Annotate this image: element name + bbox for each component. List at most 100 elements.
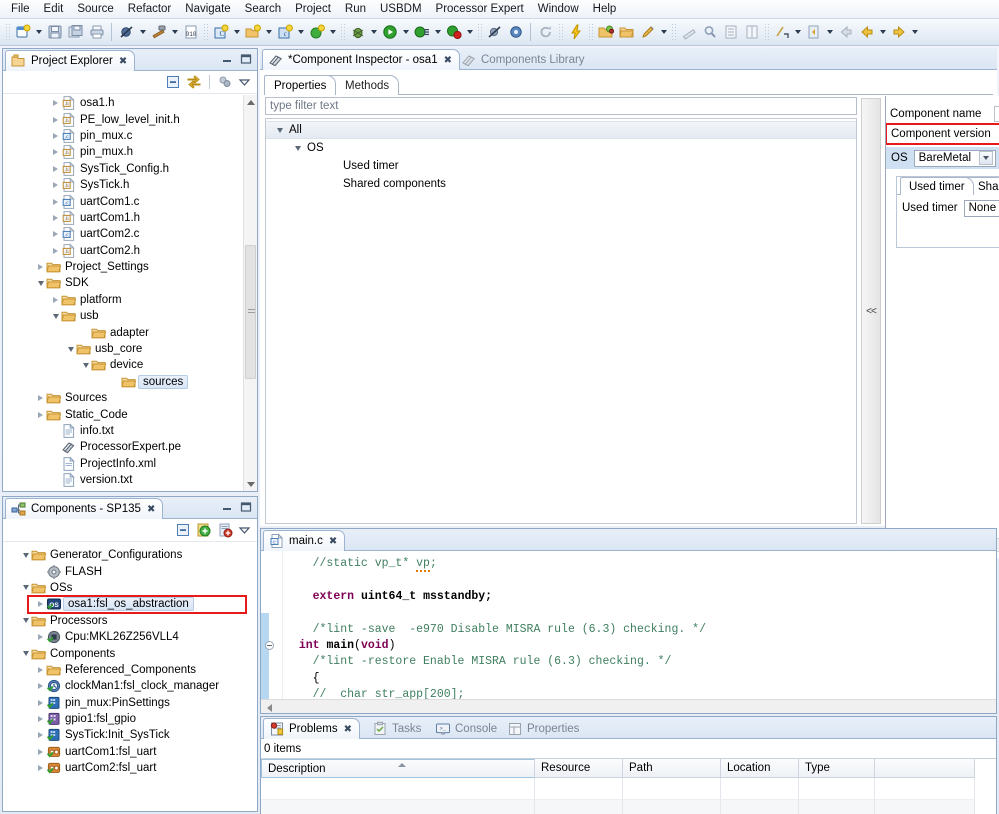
expand-arrow-icon[interactable] (35, 596, 46, 612)
refresh-icon[interactable] (535, 22, 556, 43)
menu-item-window[interactable]: Window (531, 1, 586, 17)
tab-used-timer[interactable]: Used timer (900, 177, 974, 195)
toolbar-grip-7[interactable] (671, 23, 676, 41)
tree-item[interactable]: Referenced_Components (3, 662, 257, 678)
menu-item-navigate[interactable]: Navigate (178, 1, 237, 17)
tree-item[interactable]: usb_core (3, 341, 243, 357)
lightning-icon[interactable] (565, 22, 586, 43)
component-name-value[interactable]: osa1 (994, 106, 999, 122)
prev-dropdown-arrow[interactable] (877, 22, 888, 43)
scroll-left-icon[interactable] (263, 701, 276, 713)
tab-problems[interactable]: Problems ✖ (263, 718, 360, 739)
build-dropdown-arrow[interactable] (169, 22, 180, 43)
column-header[interactable]: Description (261, 759, 535, 778)
tree-item[interactable]: info.txt (3, 423, 243, 439)
link-with-editor-icon[interactable] (186, 74, 202, 90)
new-folder-icon[interactable] (242, 22, 263, 43)
collapse-arrow-icon[interactable] (50, 308, 61, 324)
expand-arrow-icon[interactable] (35, 259, 46, 275)
column-header[interactable]: Resource (535, 759, 623, 778)
expand-arrow-icon[interactable] (50, 177, 61, 193)
tab-components[interactable]: Components - SP135 ✖ (5, 498, 163, 519)
tree-item[interactable]: .hSysTick_Config.h (3, 161, 243, 177)
save-all-icon[interactable] (65, 22, 86, 43)
last-edit-icon[interactable] (803, 22, 824, 43)
expand-arrow-icon[interactable] (50, 292, 61, 308)
expand-arrow-icon[interactable] (50, 144, 61, 160)
editor-text-area[interactable]: //static vp_t* vp; extern uint64_t mssta… (261, 551, 996, 713)
collapse-arrow-icon[interactable] (20, 580, 31, 596)
tree-item[interactable]: version.txt (3, 472, 243, 488)
toolbar-grip[interactable] (5, 23, 10, 41)
tree-item[interactable]: Sources (3, 390, 243, 406)
close-icon[interactable]: ✖ (119, 56, 127, 67)
expand-arrow-icon[interactable] (35, 678, 46, 694)
expand-arrow-icon[interactable] (35, 727, 46, 743)
debug-green-icon[interactable] (306, 22, 327, 43)
tree-item[interactable]: sources (3, 374, 243, 390)
back-icon[interactable] (835, 22, 856, 43)
expand-arrow-icon[interactable] (35, 711, 46, 727)
tab-properties[interactable]: Properties (264, 75, 336, 95)
outline-icon[interactable] (720, 22, 741, 43)
used-timer-combo[interactable]: None (964, 200, 999, 217)
collapse-all-icon[interactable] (175, 522, 191, 538)
tree-item[interactable]: gpio1:fsl_gpio (3, 711, 257, 727)
property-tree-item[interactable]: OS (266, 139, 856, 157)
tree-item[interactable]: .hosa1.h (3, 95, 243, 111)
tree-item[interactable]: Cpu:MKL26Z256VLL4 (3, 629, 257, 645)
property-tree-item[interactable]: Shared components (266, 175, 856, 193)
profile-dropdown-arrow[interactable] (432, 22, 443, 43)
toolbar-grip-8[interactable] (764, 23, 769, 41)
tab-project-explorer[interactable]: Project Explorer ✖ (5, 50, 135, 71)
collapse-arrow-icon[interactable] (20, 646, 31, 662)
tree-item[interactable]: device (3, 357, 243, 373)
disconnect-icon[interactable] (484, 22, 505, 43)
column-header[interactable]: Location (721, 759, 799, 778)
toolbar-grip-6[interactable] (588, 23, 593, 41)
tab-console[interactable]: >_ Console (429, 718, 505, 739)
menu-item-edit[interactable]: Edit (37, 1, 71, 17)
record-dropdown-arrow[interactable] (464, 22, 475, 43)
filter-input[interactable]: type filter text (265, 97, 857, 115)
expand-arrow-icon[interactable] (50, 194, 61, 210)
tab-component-inspector[interactable]: *Component Inspector - osa1 ✖ (262, 49, 460, 70)
menu-item-help[interactable]: Help (586, 1, 624, 17)
close-icon[interactable]: ✖ (444, 55, 452, 66)
search-blue-icon[interactable] (699, 22, 720, 43)
view-menu-icon[interactable] (238, 524, 251, 537)
forward-dropdown-arrow[interactable] (909, 22, 920, 43)
scroll-up-icon[interactable] (244, 95, 257, 109)
tree-item[interactable]: Generator_Configurations (3, 547, 257, 563)
toolbar-grip-2[interactable] (203, 23, 208, 41)
expand-arrow-icon[interactable] (50, 128, 61, 144)
chevron-down-icon[interactable] (979, 151, 993, 165)
tree-item[interactable]: .cpin_mux.c (3, 128, 243, 144)
column-header[interactable]: Type (799, 759, 875, 778)
tree-item[interactable]: .hpin_mux.h (3, 144, 243, 160)
next-annotation-icon[interactable] (771, 22, 792, 43)
property-tree[interactable]: AllOSUsed timerShared components (265, 118, 857, 524)
table-icon[interactable] (741, 22, 762, 43)
close-icon[interactable]: ✖ (344, 724, 352, 735)
run-icon[interactable] (379, 22, 400, 43)
expand-arrow-icon[interactable] (50, 161, 61, 177)
close-icon[interactable]: ✖ (329, 536, 337, 547)
code-fold-toggle-icon[interactable] (265, 641, 274, 650)
refresh-components-icon[interactable] (196, 522, 212, 538)
maximize-icon[interactable] (238, 51, 254, 67)
gear-icon[interactable] (505, 22, 526, 43)
pencil-dropdown-arrow[interactable] (658, 22, 669, 43)
table-row[interactable] (261, 778, 996, 800)
toolbar-grip-5[interactable] (558, 23, 563, 41)
tab-components-library[interactable]: Components Library (455, 49, 593, 70)
binary-icon[interactable]: 010 (180, 22, 201, 43)
print-icon[interactable] (86, 22, 107, 43)
minimize-icon[interactable] (219, 499, 235, 515)
tree-item[interactable]: usb (3, 308, 243, 324)
new-file-dropdown-arrow[interactable] (33, 22, 44, 43)
tree-item[interactable]: SysTick:Init_SysTick (3, 727, 257, 743)
scroll-thumb[interactable] (245, 245, 256, 379)
collapse-arrow-icon[interactable] (274, 122, 285, 138)
menu-item-source[interactable]: Source (70, 1, 120, 17)
